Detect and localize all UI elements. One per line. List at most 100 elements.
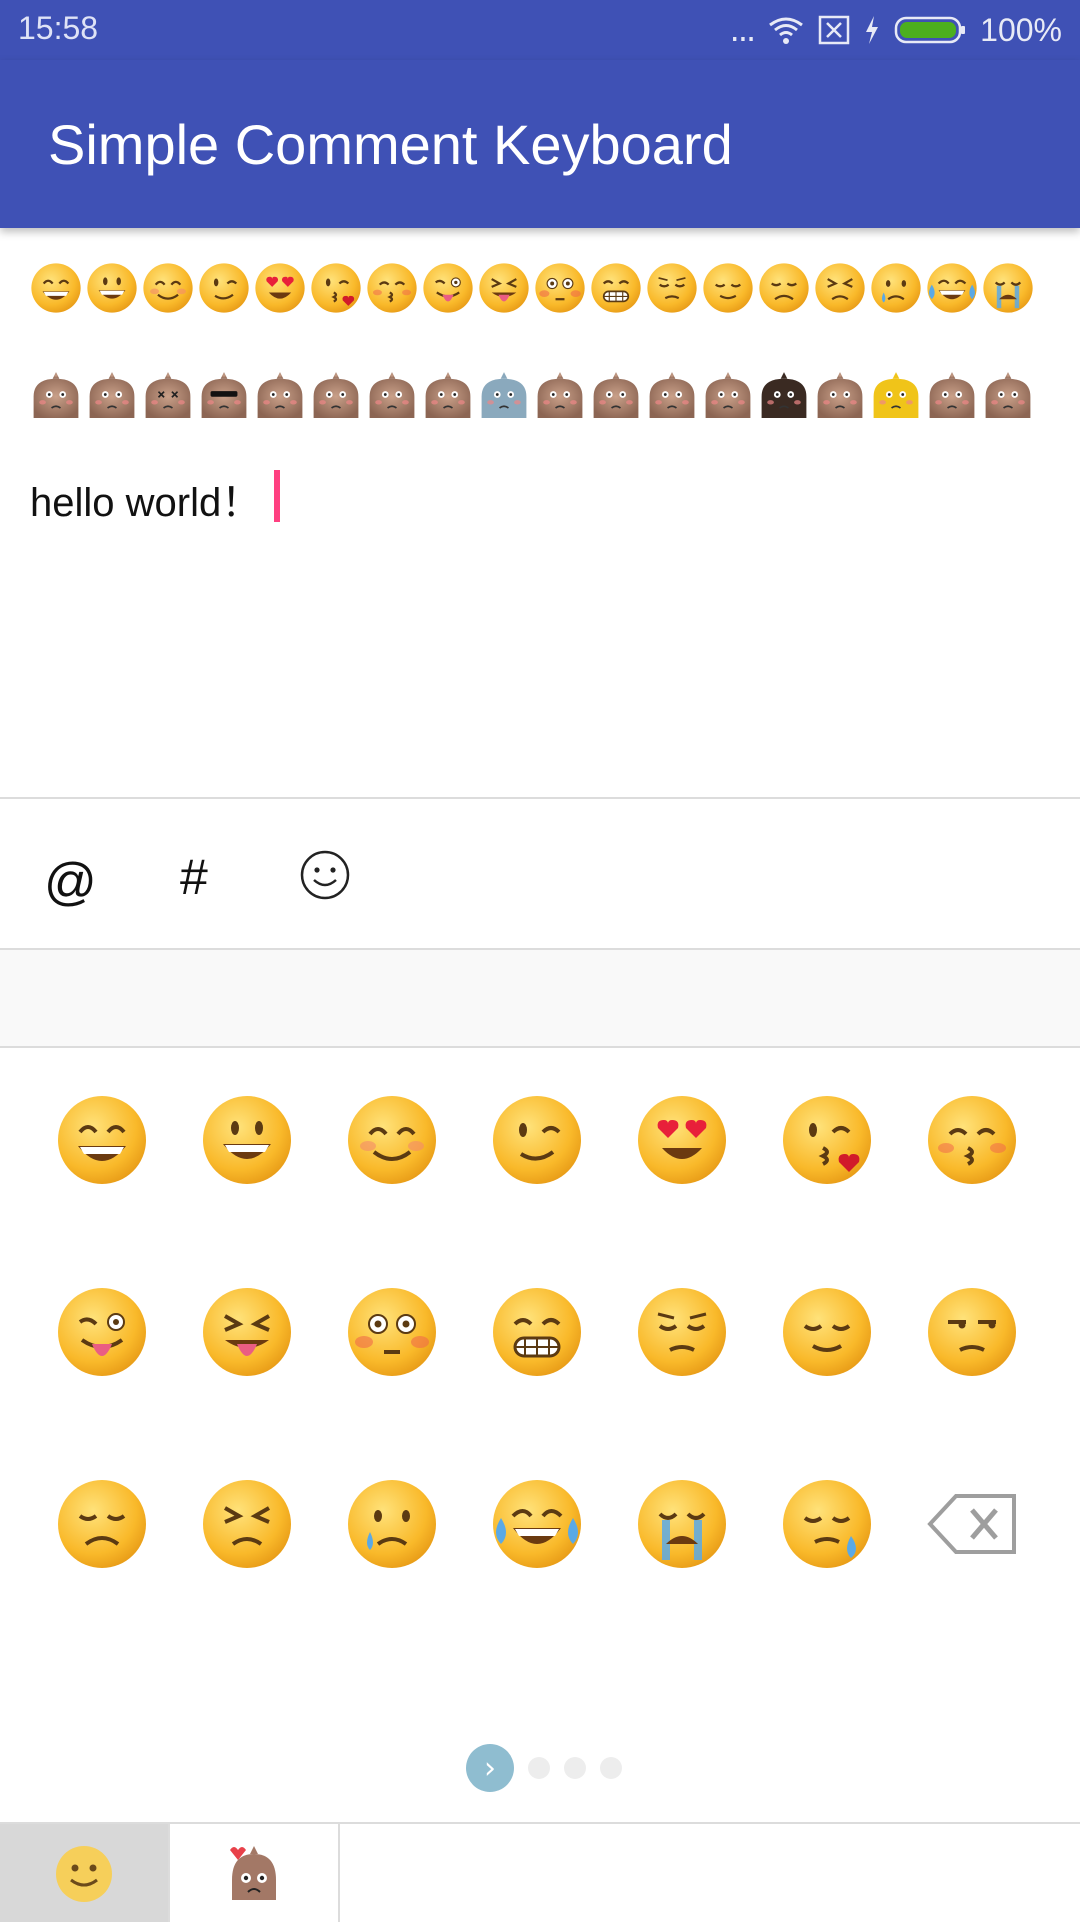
sob-emoji-icon xyxy=(983,263,1033,313)
flushed-emoji-icon xyxy=(348,1288,436,1376)
app-bar: Simple Comment Keyboard xyxy=(0,60,1080,228)
grin-emoji-icon xyxy=(58,1096,146,1184)
monkey-smirk-icon xyxy=(649,372,695,418)
divider-top xyxy=(0,797,1080,799)
wifi-icon xyxy=(769,17,804,44)
status-bar: 15:58 ... 100% xyxy=(0,0,1080,60)
relieved-emoji-icon xyxy=(783,1288,871,1376)
monkey-frozen-icon xyxy=(481,372,527,418)
emoji-key-grimace[interactable] xyxy=(487,1282,587,1382)
blush-emoji-icon xyxy=(143,263,193,313)
inserted-emoji-row-monkey xyxy=(28,362,1036,418)
monkey-cool-icon xyxy=(201,372,247,418)
pensive-emoji-icon xyxy=(638,1288,726,1376)
more-dots-icon: ... xyxy=(729,11,756,49)
cry-emoji-icon xyxy=(871,263,921,313)
joy-emoji-icon xyxy=(493,1480,581,1568)
emoji-key-heart-eyes[interactable] xyxy=(632,1090,732,1190)
tab-monkey[interactable] xyxy=(170,1824,340,1922)
emoji-key-sleepy[interactable] xyxy=(777,1474,877,1574)
monkey-sweat-icon xyxy=(593,372,639,418)
tongue-squint-emoji-icon xyxy=(479,263,529,313)
monkey-dizzy-eyes-icon xyxy=(425,372,471,418)
sob-emoji-icon xyxy=(638,1480,726,1568)
kiss-heart-emoji-icon xyxy=(783,1096,871,1184)
kiss-closed-emoji-icon xyxy=(928,1096,1016,1184)
monkey-sigh-icon xyxy=(929,372,975,418)
comment-text-input[interactable]: hello world！ xyxy=(30,470,261,528)
emoji-key-cry[interactable] xyxy=(342,1474,442,1574)
cry-emoji-icon xyxy=(348,1480,436,1568)
kiss-heart-emoji-icon xyxy=(311,263,361,313)
monkey-grimace-icon xyxy=(705,372,751,418)
emoji-key-smiley[interactable] xyxy=(197,1090,297,1190)
wink-emoji-icon xyxy=(199,263,249,313)
emoji-key-relieved[interactable] xyxy=(777,1282,877,1382)
monkey-dark-icon xyxy=(761,372,807,418)
backspace-icon xyxy=(927,1494,1016,1554)
emoji-key-kiss-closed[interactable] xyxy=(922,1090,1022,1190)
tongue-squint-emoji-icon xyxy=(203,1288,291,1376)
page-dot[interactable] xyxy=(564,1757,586,1779)
emoji-key-tongue-squint[interactable] xyxy=(197,1282,297,1382)
kiss-closed-emoji-icon xyxy=(367,263,417,313)
monkey-dead-icon xyxy=(985,372,1031,418)
battery-icon xyxy=(894,16,966,44)
status-icons: ... 100% xyxy=(730,8,1062,52)
page-dot[interactable] xyxy=(600,1757,622,1779)
emoji-key-blush[interactable] xyxy=(342,1090,442,1190)
grimace-emoji-icon xyxy=(591,263,641,313)
monkey-confused-icon xyxy=(369,372,415,418)
monkey-tab-icon xyxy=(230,1846,276,1900)
tab-yellow-smiley[interactable] xyxy=(0,1824,170,1922)
disappointed-emoji-icon xyxy=(759,263,809,313)
joy-emoji-icon xyxy=(927,263,977,313)
heart-eyes-emoji-icon xyxy=(638,1096,726,1184)
emoji-key-joy[interactable] xyxy=(487,1474,587,1574)
text-cursor xyxy=(274,470,280,522)
hashtag-button[interactable]: # xyxy=(180,848,208,906)
emoji-key-pensive[interactable] xyxy=(632,1282,732,1382)
no-sim-icon xyxy=(818,15,850,45)
charging-icon xyxy=(866,16,879,44)
heart-eyes-emoji-icon xyxy=(255,263,305,313)
monkey-crying-icon xyxy=(257,372,303,418)
emoji-key-tongue-wink[interactable] xyxy=(52,1282,152,1382)
tongue-wink-emoji-icon xyxy=(423,263,473,313)
flushed-emoji-icon xyxy=(535,263,585,313)
emoji-key-wink[interactable] xyxy=(487,1090,587,1190)
sleepy-emoji-icon xyxy=(783,1480,871,1568)
smiley-emoji-icon xyxy=(203,1096,291,1184)
emoji-key-flushed[interactable] xyxy=(342,1282,442,1382)
emoji-key-unamused[interactable] xyxy=(922,1282,1022,1382)
inserted-emoji-row-yellow xyxy=(28,260,1036,316)
emoji-key-kiss-heart[interactable] xyxy=(777,1090,877,1190)
monkey-neutral-icon xyxy=(89,372,135,418)
disappointed-emoji-icon xyxy=(58,1480,146,1568)
monkey-dizzy-icon xyxy=(145,372,191,418)
emoji-key-grin[interactable] xyxy=(52,1090,152,1190)
keyboard-header-band xyxy=(0,950,1080,1048)
blush-emoji-icon xyxy=(348,1096,436,1184)
emoji-category-tabs xyxy=(0,1822,1080,1922)
pensive-emoji-icon xyxy=(647,263,697,313)
unamused-emoji-icon xyxy=(928,1288,1016,1376)
emoji-key-sob[interactable] xyxy=(632,1474,732,1574)
yellow-smiley-tab-icon xyxy=(56,1846,112,1902)
battery-percent: 100% xyxy=(980,11,1062,48)
grin-emoji-icon xyxy=(31,263,81,313)
relieved-emoji-icon xyxy=(703,263,753,313)
smiley-icon[interactable] xyxy=(298,848,352,902)
page-indicator: › xyxy=(466,1744,622,1792)
mention-button[interactable]: @ xyxy=(44,852,97,912)
tongue-wink-emoji-icon xyxy=(58,1288,146,1376)
monkey-question-icon xyxy=(817,372,863,418)
page-dot[interactable] xyxy=(528,1757,550,1779)
page-dot-active-arrow-icon[interactable]: › xyxy=(466,1744,514,1792)
emoji-key-persevere[interactable] xyxy=(197,1474,297,1574)
app-title: Simple Comment Keyboard xyxy=(48,113,733,176)
wink-emoji-icon xyxy=(493,1096,581,1184)
persevere-emoji-icon xyxy=(815,263,865,313)
backspace-button[interactable] xyxy=(922,1474,1022,1574)
emoji-key-disappointed[interactable] xyxy=(52,1474,152,1574)
